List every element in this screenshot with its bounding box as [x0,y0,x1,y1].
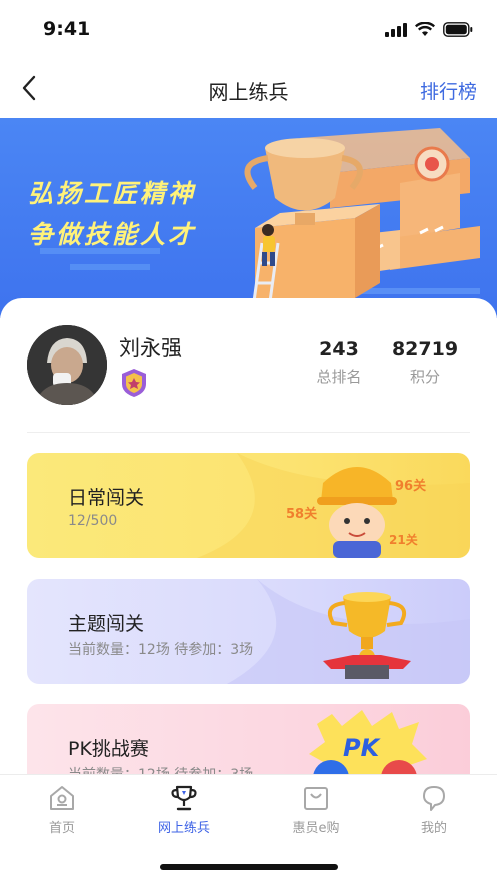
username: 刘永强 [119,336,182,360]
tab-profile-label: 我的 [420,821,447,836]
pk-challenge-title: PK挑战赛 [68,738,149,760]
tab-home-label: 首页 [48,821,75,836]
daily-challenge-progress: 12/500 [68,513,118,529]
wifi-icon [415,22,435,36]
avatar-photo [27,325,107,405]
points-value: 82719 [391,338,459,360]
daily-challenge-card[interactable]: 96关 58关 21关 日常闯关 12/500 [27,453,470,558]
theme-challenge-card[interactable]: 主题闯关 当前数量：12场 待参加：3场 [27,579,470,684]
profile-icon [423,786,445,811]
status-time: 9:41 [43,18,91,40]
stat-total-rank: 243 总排名 [308,338,370,387]
theme-challenge-stats: 当前数量：12场 待参加：3场 [68,642,254,658]
pk-challenge-card[interactable]: PK PK挑战赛 当前数量：12场 待参加：3场 [27,704,470,774]
leaderboard-link[interactable]: 排行榜 [420,77,477,104]
status-icons [385,22,473,37]
avatar[interactable] [27,325,107,405]
tab-practice[interactable]: 网上练兵 [129,783,239,836]
theme-challenge-title: 主题闯关 [68,613,145,635]
signal-icon [385,22,407,37]
tab-shop[interactable]: 惠员e购 [261,783,371,836]
home-icon [50,786,74,810]
battery-icon [443,22,473,37]
rank-badge-icon [122,369,146,397]
daily-challenge-title: 日常闯关 [68,487,145,509]
tab-shop-label: 惠员e购 [292,821,340,836]
tab-home[interactable]: 首页 [7,783,117,836]
banner-slogan-line2: 争做技能人才 [28,220,197,249]
home-indicator [160,864,338,870]
points-label: 积分 [409,368,440,386]
divider [27,432,470,433]
total-rank-label: 总排名 [316,368,362,386]
pk-badge-text: PK [343,734,380,762]
level-tag-96: 96关 [395,479,427,494]
trophy-icon [171,785,197,811]
total-rank-value: 243 [319,338,359,360]
banner: 弘扬工匠精神 争做技能人才 [0,118,497,318]
nav-bar: 网上练兵 排行榜 [0,60,497,118]
pk-challenge-stats: 当前数量：12场 待参加：3场 [68,764,253,774]
banner-slogan-line1: 弘扬工匠精神 [28,179,197,208]
level-tag-58: 58关 [286,507,318,522]
status-bar: 9:41 [0,0,497,60]
stat-points: 82719 积分 [390,338,460,387]
tab-profile[interactable]: 我的 [379,783,489,836]
tab-practice-label: 网上练兵 [157,821,210,836]
main-content: 刘永强 243 总排名 82719 积分 96关 58关 21关 日常闯关 12… [0,298,497,774]
shopping-bag-icon [304,787,328,810]
level-tag-21: 21关 [389,533,418,547]
